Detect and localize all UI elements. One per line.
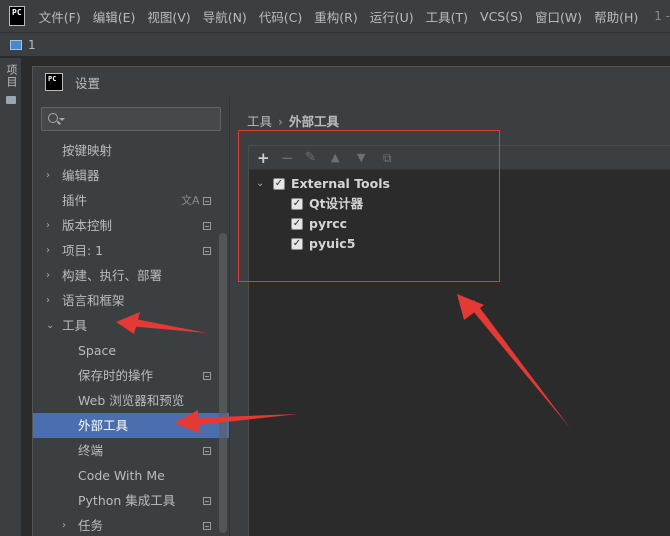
settings-tree-item[interactable]: Python 集成工具 — [33, 488, 229, 513]
settings-tree-label: 工具 — [62, 318, 88, 333]
breadcrumb: 工具 › 外部工具 — [247, 111, 339, 130]
project-breadcrumb-bar: 1 — [0, 32, 670, 56]
settings-tree-label: 项目: 1 — [62, 243, 104, 258]
settings-tree-label: 编辑器 — [62, 168, 100, 183]
annotation-highlight-box — [238, 130, 500, 282]
chevron-down-icon[interactable] — [59, 118, 65, 121]
project-scope-icon — [203, 247, 211, 255]
settings-search-input[interactable] — [41, 107, 221, 131]
settings-tree-item[interactable]: Space — [33, 338, 229, 363]
settings-tree-item[interactable]: › 语言和框架 — [33, 288, 229, 313]
settings-tree-label: 版本控制 — [62, 218, 113, 233]
settings-tree-label: 保存时的操作 — [78, 368, 154, 383]
breadcrumb-separator: › — [278, 114, 284, 129]
dialog-titlebar: PC 设置 — [33, 67, 670, 97]
menu-window[interactable]: 窗口(W) — [529, 7, 588, 26]
settings-tree-item[interactable]: › 任务 — [33, 513, 229, 536]
settings-tree-item[interactable]: › 版本控制 — [33, 213, 229, 238]
chevron-right-icon[interactable]: › — [62, 513, 66, 536]
settings-tree-item[interactable]: › 编辑器 — [33, 163, 229, 188]
settings-tree-label: 插件 — [62, 193, 88, 208]
settings-tree-label: 外部工具 — [78, 418, 129, 433]
menu-refactor[interactable]: 重构(R) — [308, 7, 363, 26]
pycharm-logo-icon: PC — [45, 73, 63, 91]
project-scope-icon — [203, 372, 211, 380]
settings-tree-label: Code With Me — [78, 468, 165, 483]
menu-navigate[interactable]: 导航(N) — [197, 7, 253, 26]
project-scope-icon — [203, 522, 211, 530]
window-title-fragment: 1 - — [654, 9, 670, 23]
dialog-title: 设置 — [75, 75, 101, 91]
settings-tree-item[interactable]: 插件 文A — [33, 188, 229, 213]
settings-tree-item[interactable]: 外部工具 — [33, 413, 229, 438]
menu-code[interactable]: 代码(C) — [253, 7, 308, 26]
menubar: PC 文件(F) 编辑(E) 视图(V) 导航(N) 代码(C) 重构(R) 运… — [0, 0, 670, 32]
project-scope-icon — [203, 197, 211, 205]
project-scope-icon — [203, 222, 211, 230]
project-folder-icon — [10, 39, 22, 50]
settings-tree-label: Space — [78, 343, 117, 358]
settings-tree-item[interactable]: Code With Me — [33, 463, 229, 488]
pycharm-logo-icon: PC — [9, 6, 25, 26]
settings-tree-item[interactable]: › 构建、执行、部署 — [33, 263, 229, 288]
settings-tree-item[interactable]: ⌄ 工具 — [33, 313, 229, 338]
settings-tree-item[interactable]: › 项目: 1 — [33, 238, 229, 263]
settings-tree-item[interactable]: 终端 — [33, 438, 229, 463]
chevron-right-icon[interactable]: › — [46, 213, 50, 238]
breadcrumb-item-tools[interactable]: 工具 — [247, 114, 272, 129]
chevron-right-icon[interactable]: › — [46, 263, 50, 288]
menu-vcs[interactable]: VCS(S) — [474, 9, 529, 24]
menu-file[interactable]: 文件(F) — [33, 7, 87, 26]
chevron-right-icon[interactable]: › — [46, 238, 50, 263]
settings-tree-label: 构建、执行、部署 — [62, 268, 163, 283]
settings-tree-label: 任务 — [78, 518, 104, 533]
project-name[interactable]: 1 — [28, 38, 36, 52]
settings-nav-panel: 按键映射 › 编辑器插件 文A › 版本控制 › 项目: 1 › 构建、执行、部署 › 语言和框架 ⌄ 工… — [33, 97, 229, 536]
chevron-right-icon[interactable]: › — [46, 288, 50, 313]
settings-tree-item[interactable]: 保存时的操作 — [33, 363, 229, 388]
menu-run[interactable]: 运行(U) — [364, 7, 420, 26]
project-scope-icon — [203, 497, 211, 505]
search-icon — [48, 113, 58, 123]
settings-tree-label: 语言和框架 — [62, 293, 125, 308]
translate-icon: 文A — [181, 194, 200, 207]
left-tool-strip: 项目 — [0, 58, 22, 536]
settings-tree-item[interactable]: 按键映射 — [33, 138, 229, 163]
menu-help[interactable]: 帮助(H) — [588, 7, 644, 26]
project-scope-icon — [203, 447, 211, 455]
menu-tools[interactable]: 工具(T) — [420, 7, 474, 26]
folder-icon — [6, 96, 16, 104]
project-tool-tab[interactable]: 项目 — [3, 64, 19, 88]
tree-scrollbar[interactable] — [219, 233, 227, 533]
breadcrumb-item-external-tools: 外部工具 — [289, 114, 340, 129]
settings-tree-label: 终端 — [78, 443, 104, 458]
menu-view[interactable]: 视图(V) — [141, 7, 196, 26]
settings-tree-item[interactable]: Web 浏览器和预览 — [33, 388, 229, 413]
settings-tree: 按键映射 › 编辑器插件 文A › 版本控制 › 项目: 1 › 构建、执行、部署 › 语言和框架 ⌄ 工… — [33, 138, 229, 536]
menu-edit[interactable]: 编辑(E) — [87, 7, 142, 26]
settings-tree-label: Python 集成工具 — [78, 493, 176, 508]
chevron-right-icon[interactable]: › — [46, 163, 50, 188]
settings-tree-label: 按键映射 — [62, 143, 113, 158]
settings-tree-label: Web 浏览器和预览 — [78, 393, 185, 408]
chevron-down-icon[interactable]: ⌄ — [46, 313, 54, 338]
